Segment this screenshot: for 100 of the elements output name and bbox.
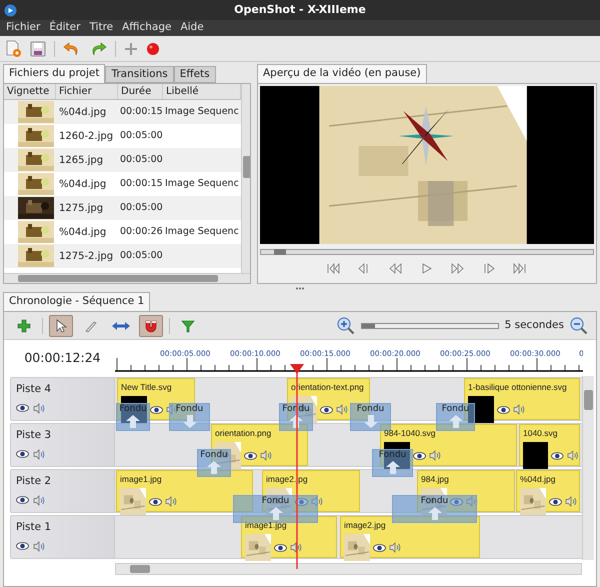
column-header[interactable]: Vignette — [4, 84, 56, 99]
clip-name: 984-1040.svg — [384, 428, 436, 439]
zoom-reading: 5 secondes — [504, 318, 564, 333]
table-cell-text: Image Sequenc — [164, 224, 240, 239]
track-name: Piste 4 — [16, 382, 52, 397]
app-logo-icon — [4, 4, 17, 16]
eye-icon[interactable] — [150, 406, 163, 414]
zoom-in-icon[interactable] — [336, 316, 355, 334]
transition[interactable]: Fondu — [233, 495, 318, 523]
tab[interactable]: Effets — [174, 66, 216, 83]
tab[interactable]: Fichiers du projet — [3, 64, 106, 83]
tab[interactable]: Chronologie - Séquence 1 — [3, 292, 150, 311]
eye-icon[interactable] — [16, 496, 29, 504]
table-cell-text: Image Sequenc — [164, 104, 240, 119]
clip-name: image2.jpg — [344, 520, 386, 531]
eye-icon[interactable] — [549, 498, 562, 506]
vertical-scrollbar[interactable] — [582, 376, 594, 560]
transition[interactable]: Fondu — [350, 403, 391, 431]
eye-icon[interactable] — [320, 406, 333, 414]
table-cell-text: 1275.jpg — [58, 202, 104, 216]
eye-icon[interactable] — [274, 544, 287, 552]
track-header[interactable]: Piste 1 — [10, 515, 115, 559]
slider-thumb[interactable] — [274, 249, 286, 255]
clip[interactable]: image2.jpg — [340, 516, 480, 558]
transition[interactable]: Fondu — [392, 495, 477, 523]
eye-icon[interactable] — [244, 452, 257, 460]
clip-name: image1.jpg — [120, 474, 162, 485]
magnet-icon — [143, 318, 159, 332]
table-cell-text: 00:05:00 — [119, 200, 163, 215]
menu-item[interactable]: Affichage — [122, 20, 172, 36]
table-cell-text: 00:05:00 — [119, 248, 163, 263]
menu-item[interactable]: Éditer — [49, 20, 80, 36]
menu-item[interactable]: Titre — [89, 20, 114, 36]
splitter-handle-icon[interactable] — [295, 286, 305, 290]
eye-icon[interactable] — [373, 544, 386, 552]
clip[interactable]: 1040.svg — [519, 424, 580, 466]
table-cell-text: %04d.jpg — [58, 226, 108, 240]
tool-button[interactable] — [139, 314, 163, 336]
zoom-slider[interactable] — [360, 322, 499, 328]
clip-name: %04d.jpg — [520, 474, 556, 485]
pointer-icon — [55, 318, 67, 332]
next-frame-icon[interactable] — [482, 262, 496, 274]
eye-icon[interactable] — [497, 406, 510, 414]
play-icon[interactable] — [420, 262, 434, 274]
plus-icon[interactable] — [124, 42, 138, 56]
track-header[interactable]: Piste 2 — [10, 469, 115, 513]
clip[interactable]: %04d.jpg — [516, 470, 580, 512]
table-cell-text: %04d.jpg — [58, 106, 108, 120]
track-name: Piste 3 — [16, 428, 52, 443]
clip-name: 1-basilique ottonienne.svg — [468, 382, 567, 393]
transition[interactable]: Fondu — [436, 403, 475, 431]
add-track-icon — [17, 318, 31, 332]
column-header[interactable]: Durée — [118, 84, 163, 99]
funnel-icon — [181, 318, 195, 332]
eye-icon[interactable] — [16, 404, 29, 412]
new-project-icon[interactable] — [6, 40, 22, 58]
clip[interactable]: image1.jpg — [241, 516, 337, 558]
horizontal-scrollbar[interactable] — [115, 563, 582, 575]
column-header[interactable]: Fichier — [56, 84, 118, 99]
save-icon[interactable] — [30, 40, 46, 56]
table-cell-text: 00:00:26 — [119, 224, 163, 239]
table-cell-text: 1260-2.jpg — [58, 130, 114, 144]
eye-icon[interactable] — [16, 542, 29, 550]
resize-arrows-icon — [111, 320, 131, 330]
razor-icon — [84, 318, 98, 332]
menu-item[interactable]: Fichier — [6, 20, 40, 36]
clip-name: image1.jpg — [245, 520, 287, 531]
clip-name: orientation.png — [215, 428, 272, 439]
eye-icon[interactable] — [16, 450, 29, 458]
timecode: 00:00:12:24 — [24, 348, 101, 367]
track-header[interactable]: Piste 4 — [10, 377, 115, 421]
clip[interactable]: image1.jpg — [116, 470, 253, 512]
tool-button[interactable] — [49, 314, 73, 336]
transition[interactable]: Fondu — [197, 449, 231, 477]
title-thumbnail — [523, 442, 548, 469]
title-thumbnail — [468, 396, 494, 423]
menu-item[interactable]: Aide — [180, 20, 204, 36]
seek-slider[interactable] — [260, 249, 594, 255]
record-icon[interactable] — [146, 42, 160, 56]
jump-start-icon[interactable] — [327, 262, 341, 274]
table-cell-text: %04d.jpg — [58, 178, 108, 192]
table-cell-text: 00:05:00 — [119, 128, 163, 143]
tab[interactable]: Aperçu de la vidéo (en pause) — [257, 64, 427, 83]
zoom-out-icon[interactable] — [570, 316, 588, 334]
eye-icon[interactable] — [551, 452, 564, 460]
table-cell-text: 1265.jpg — [58, 154, 104, 168]
table-cell-text: Image Sequenc — [164, 176, 240, 191]
eye-icon[interactable] — [149, 498, 162, 506]
clip-name: 984.jpg — [421, 474, 449, 485]
fast-forward-icon[interactable] — [451, 262, 465, 274]
track-name: Piste 1 — [16, 520, 52, 535]
eye-icon[interactable] — [413, 452, 426, 460]
tab[interactable]: Transitions — [105, 66, 174, 83]
transition[interactable]: Fondu — [169, 403, 210, 431]
table-cell-text: 00:05:00 — [119, 152, 163, 167]
horizontal-scrollbar[interactable] — [4, 273, 250, 283]
track-header[interactable]: Piste 3 — [10, 423, 115, 467]
rewind-icon[interactable] — [389, 262, 403, 274]
jump-end-icon[interactable] — [513, 262, 527, 274]
window-title: OpenShot - X-XIIIeme — [233, 2, 367, 18]
